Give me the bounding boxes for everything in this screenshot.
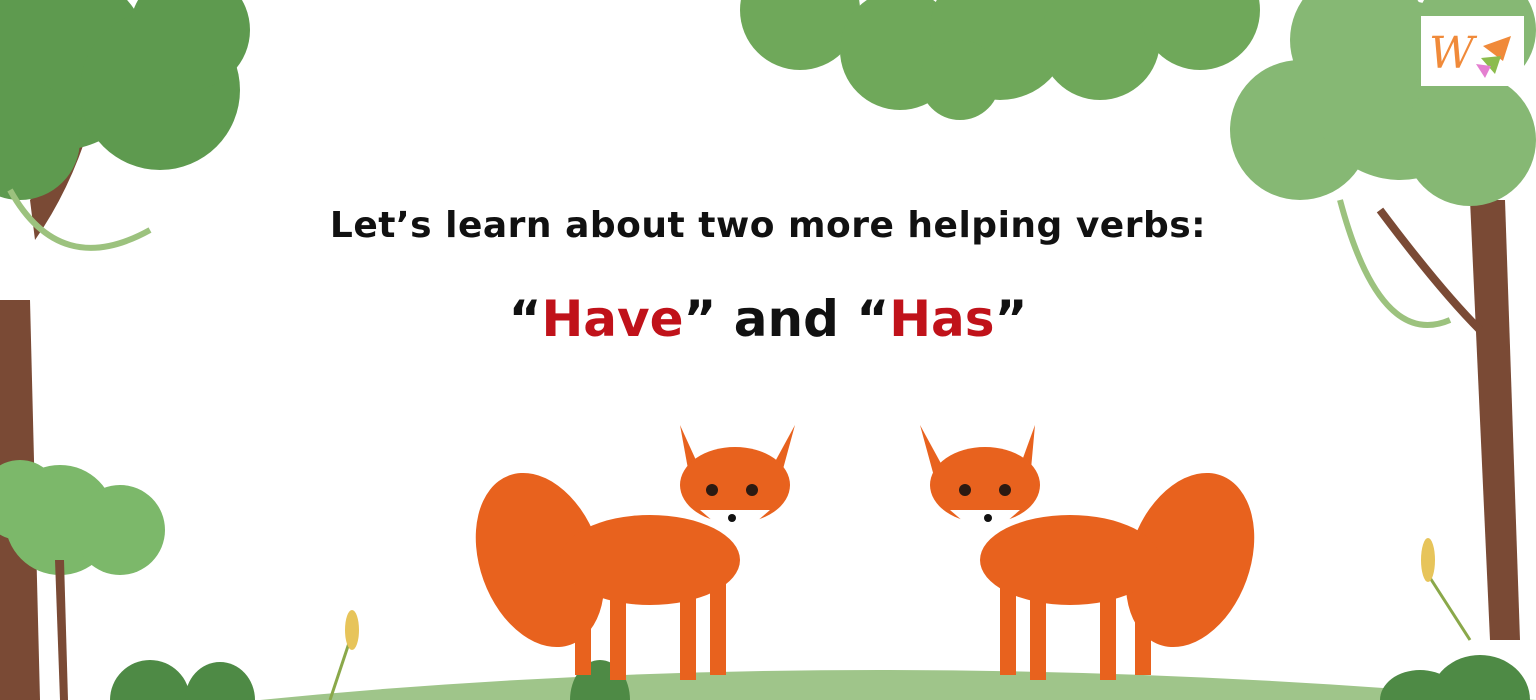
fox-left bbox=[475, 425, 795, 680]
subheading: “Have” and “Has” bbox=[0, 290, 1536, 348]
bush bbox=[1430, 655, 1530, 700]
left-bush bbox=[0, 460, 165, 575]
logo: W bbox=[1421, 16, 1524, 86]
word-have: Have bbox=[541, 290, 684, 348]
grass-ground bbox=[260, 670, 1536, 700]
cattail bbox=[345, 610, 359, 650]
svg-text:W: W bbox=[1429, 28, 1478, 79]
word-has: Has bbox=[889, 290, 995, 348]
right-tree-trunk bbox=[1470, 200, 1520, 640]
forest-illustration bbox=[0, 0, 1536, 700]
logo-w-icon: W bbox=[1429, 28, 1511, 79]
connector-and: ” and “ bbox=[683, 290, 890, 348]
fox-right bbox=[920, 425, 1255, 680]
quote: “ bbox=[508, 290, 542, 348]
bush bbox=[110, 660, 190, 700]
bush bbox=[185, 662, 255, 700]
top-foliage bbox=[740, 0, 1260, 120]
cattail bbox=[1421, 538, 1435, 582]
heading: Let’s learn about two more helping verbs… bbox=[329, 205, 1207, 246]
left-tree-foliage bbox=[0, 0, 250, 200]
quote: ” bbox=[994, 290, 1028, 348]
